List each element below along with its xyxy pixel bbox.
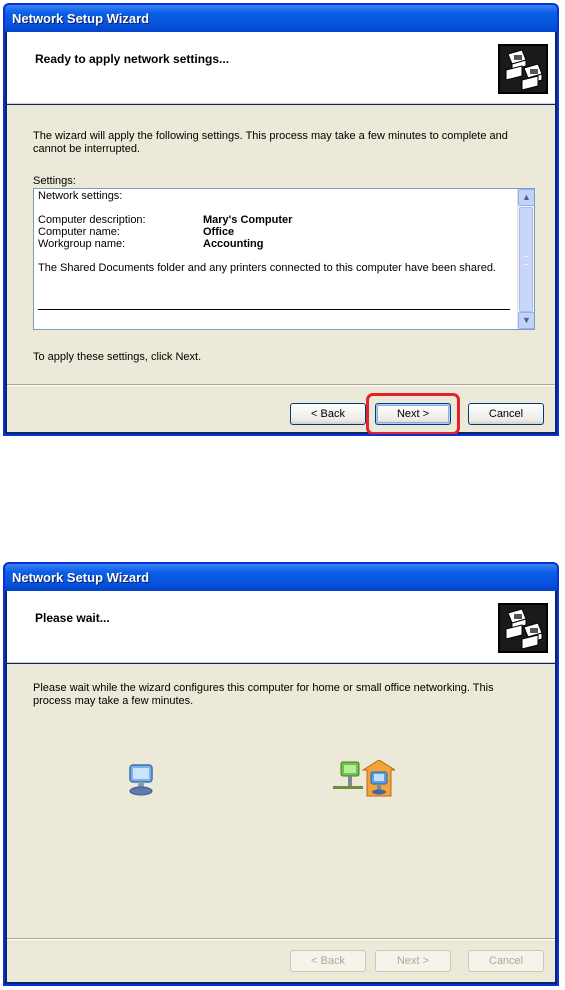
page-title: Ready to apply network settings...	[35, 52, 230, 66]
network-setup-wizard-window: Network Setup Wizard Ready to apply netw…	[3, 3, 559, 436]
settings-listbox[interactable]: Network settings: Computer description: …	[33, 188, 535, 330]
intro-text: The wizard will apply the following sett…	[33, 130, 508, 155]
scroll-down-button[interactable]: ▼	[518, 312, 534, 329]
back-button[interactable]: < Back	[290, 950, 366, 972]
home-network-icon	[333, 759, 397, 803]
setting-value: Office	[203, 226, 235, 238]
next-button[interactable]: Next >	[375, 950, 451, 972]
page-title: Please wait...	[35, 611, 110, 625]
back-button[interactable]: < Back	[290, 403, 366, 425]
setting-label: Workgroup name:	[38, 238, 126, 250]
network-computers-icon	[498, 44, 548, 94]
network-computers-icon	[498, 603, 548, 653]
wizard-body: The wizard will apply the following sett…	[7, 105, 555, 434]
setting-value: Mary's Computer	[203, 214, 293, 226]
footer-separator	[7, 384, 555, 386]
cancel-button[interactable]: Cancel	[468, 403, 544, 425]
setting-value: Accounting	[203, 238, 264, 250]
next-button-highlight	[366, 393, 460, 434]
setting-row: Computer name: Office	[38, 226, 512, 238]
instruction-text: To apply these settings, click Next.	[33, 351, 202, 363]
scroll-thumb[interactable]	[519, 207, 533, 312]
scroll-up-button[interactable]: ▲	[518, 189, 534, 206]
intro-text: Please wait while the wizard configures …	[33, 682, 494, 707]
shared-folders-note: The Shared Documents folder and any prin…	[38, 262, 496, 274]
settings-content: Network settings: Computer description: …	[38, 190, 512, 274]
wizard-body: Please wait while the wizard configures …	[7, 664, 555, 982]
network-settings-heading: Network settings:	[38, 190, 123, 202]
vertical-scrollbar[interactable]: ▲ ▼	[517, 189, 534, 329]
setting-row: Computer description: Mary's Computer	[38, 214, 512, 226]
window-titlebar[interactable]: Network Setup Wizard	[5, 564, 557, 591]
divider-line	[38, 309, 510, 310]
settings-label: Settings:	[33, 175, 76, 187]
setting-label: Computer name:	[38, 226, 120, 238]
wizard-header: Ready to apply network settings...	[7, 32, 555, 104]
wizard-header: Please wait...	[7, 591, 555, 663]
computer-icon	[127, 764, 157, 799]
network-setup-wizard-window: Network Setup Wizard Please wait... Plea…	[3, 562, 559, 986]
footer-separator	[7, 938, 555, 940]
setting-label: Computer description:	[38, 214, 146, 226]
setting-row: Workgroup name: Accounting	[38, 238, 512, 250]
window-titlebar[interactable]: Network Setup Wizard	[5, 5, 557, 32]
cancel-button[interactable]: Cancel	[468, 950, 544, 972]
